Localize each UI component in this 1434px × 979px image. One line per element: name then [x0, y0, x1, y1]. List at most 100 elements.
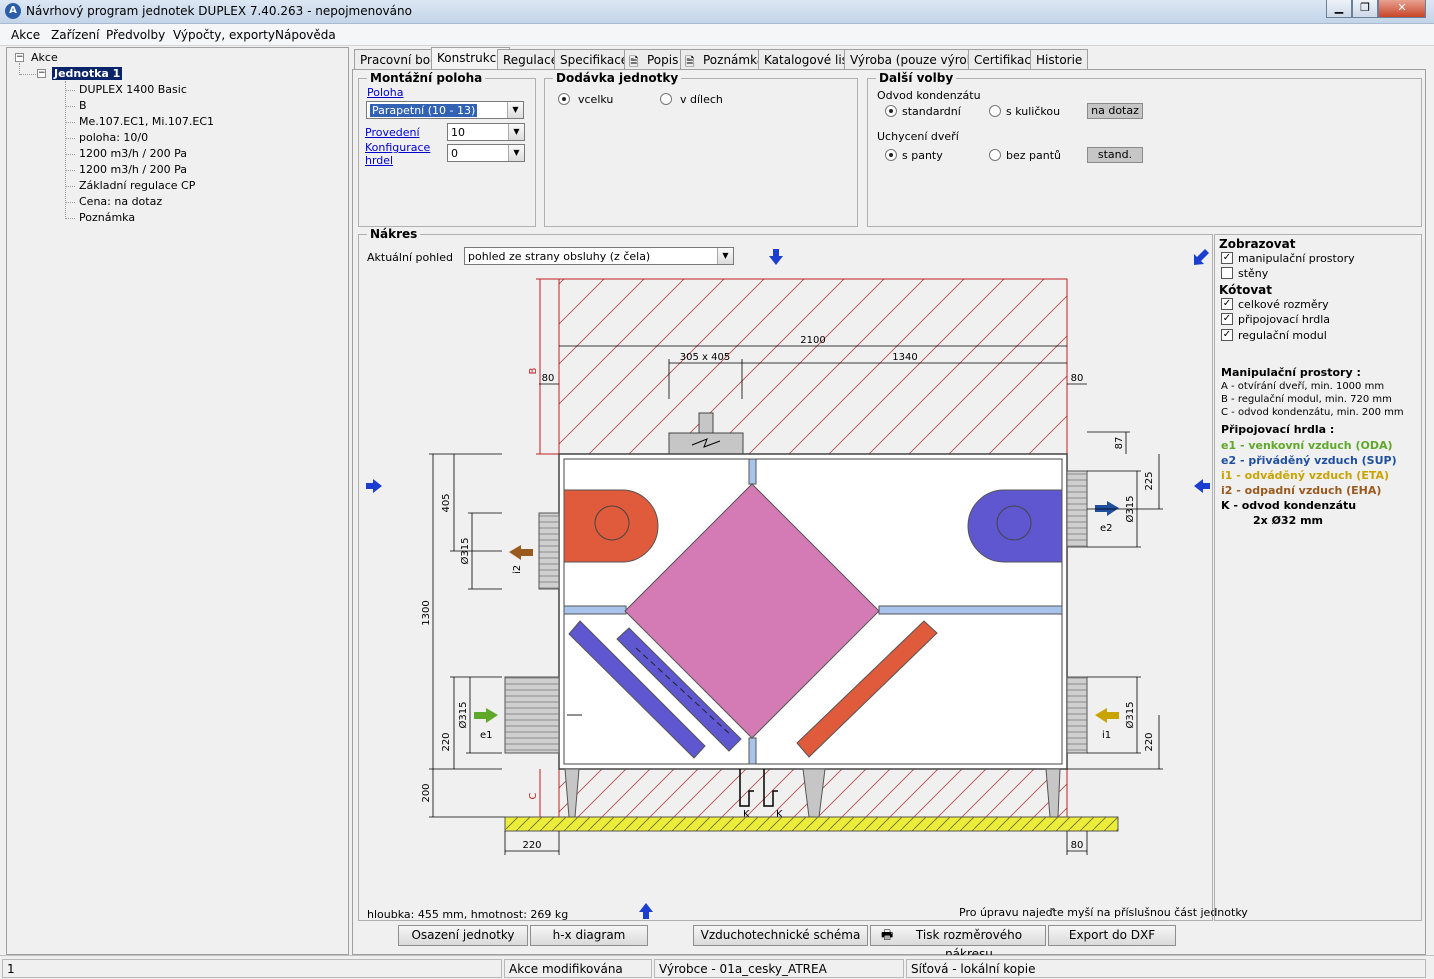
chevron-down-icon[interactable]: ▼ — [507, 102, 523, 118]
options-group: Další volby Odvod kondenzátu standardní … — [867, 71, 1422, 227]
tab-specifikace[interactable]: Specifikace — [554, 49, 635, 69]
fan-e2[interactable] — [967, 489, 1063, 563]
provedeni-link[interactable]: Provedení — [365, 126, 420, 139]
hrdla-title: Připojovací hrdla : — [1221, 423, 1335, 436]
port-label-i2: i2 — [512, 565, 523, 574]
dim-405: 405 — [441, 493, 452, 512]
dim-b: B — [528, 367, 539, 374]
check-regulacni[interactable]: ✓ — [1221, 329, 1233, 341]
dim-220-right: 220 — [1144, 732, 1155, 751]
menu-zarizeni[interactable]: Zařízení — [51, 28, 99, 42]
dim-1300: 1300 — [421, 600, 432, 625]
delivery-vcelku-radio[interactable] — [558, 93, 570, 105]
tree-item[interactable]: Me.107.EC1, Mi.107.EC1 — [79, 115, 214, 128]
drawing-group: Nákres Aktuální pohled pohled ze strany … — [358, 227, 1248, 921]
menu-napoveda[interactable]: Nápověda — [275, 28, 336, 42]
fan-i2[interactable] — [563, 489, 659, 563]
konfigurace-link-2[interactable]: hrdel — [365, 154, 393, 167]
regulation-module[interactable] — [668, 432, 744, 455]
provedeni-select[interactable]: 10 ▼ — [447, 123, 525, 141]
menu-bar: Akce Zařízení Předvolby Výpočty, exporty… — [0, 24, 1434, 46]
konfigurace-link[interactable]: Konfigurace — [365, 141, 430, 154]
collapse-icon[interactable]: − — [37, 69, 46, 78]
status-network: Síťová - lokální kopie — [906, 959, 1426, 978]
dim-d315-e2: Ø315 — [1124, 496, 1136, 523]
osazeni-button[interactable]: Osazení jednotky — [398, 925, 528, 946]
odvod-dotaz-button[interactable]: na dotaz — [1087, 103, 1143, 119]
export-dxf-button[interactable]: Export do DXF — [1048, 925, 1176, 946]
display-options-panel: Zobrazovat ✓ manipulační prostory stěny … — [1214, 234, 1422, 921]
minimize-icon[interactable]: ▁ — [1326, 0, 1352, 18]
unit-drawing[interactable]: B C 2100 305 x 405 1340 80 80 i2 e1 e2 i… — [359, 235, 1212, 920]
uchyceni-bez-radio[interactable] — [989, 149, 1001, 161]
close-icon[interactable]: ✕ — [1378, 0, 1426, 18]
manip-b: B - regulační modul, min. 720 mm — [1221, 394, 1392, 405]
port-e2[interactable] — [1066, 470, 1088, 548]
manip-a: A - otvírání dveří, min. 1000 mm — [1221, 381, 1385, 392]
menu-vypocty[interactable]: Výpočty, exporty — [173, 28, 275, 42]
chevron-down-icon[interactable]: ▼ — [508, 145, 524, 161]
port-i1[interactable] — [1066, 676, 1088, 754]
tree-root[interactable]: Akce — [31, 51, 58, 64]
port-e1[interactable] — [504, 676, 560, 754]
delivery-title: Dodávka jednotky — [553, 71, 682, 85]
dim-d315-e1: Ø315 — [457, 702, 469, 729]
odvod-kulicka-radio[interactable] — [989, 105, 1001, 117]
print-dimensions-button[interactable]: 🖶 Tisk rozměrového nákresu — [870, 925, 1046, 961]
view-bottom-arrow-icon[interactable] — [639, 903, 653, 919]
dim-d315-i2: Ø315 — [459, 538, 471, 565]
collapse-icon[interactable]: − — [15, 53, 24, 62]
dim-c: C — [528, 792, 539, 799]
tree-item[interactable]: B — [79, 99, 87, 112]
tab-poznamka[interactable]: 🗎 Poznámka — [680, 49, 771, 69]
port-i2[interactable] — [538, 512, 560, 590]
check-manipulacni-label: manipulační prostory — [1238, 252, 1355, 265]
delivery-vdilech-radio[interactable] — [660, 93, 672, 105]
arrow-e1-icon — [474, 708, 498, 723]
uchyceni-stand-button[interactable]: stand. — [1087, 147, 1143, 163]
check-celkove[interactable]: ✓ — [1221, 298, 1233, 310]
tree-item[interactable]: DUPLEX 1400 Basic — [79, 83, 187, 96]
menu-akce[interactable]: Akce — [11, 28, 40, 42]
konfigurace-select[interactable]: 0 ▼ — [447, 144, 525, 162]
check-regulacni-label: regulační modul — [1238, 329, 1327, 342]
restore-icon[interactable]: ❐ — [1352, 0, 1378, 18]
tree-item[interactable]: 1200 m3/h / 200 Pa — [79, 147, 187, 160]
tree-item[interactable]: Poznámka — [79, 211, 135, 224]
tree-item[interactable]: Cena: na dotaz — [79, 195, 162, 208]
poloha-select[interactable]: Parapetní (10 - 13) ▼ — [366, 101, 524, 119]
odvod-standard-label: standardní — [902, 105, 961, 118]
delivery-vdilech-label: v dílech — [680, 93, 723, 106]
check-manipulacni[interactable]: ✓ — [1221, 252, 1233, 264]
tree-item[interactable]: 1200 m3/h / 200 Pa — [79, 163, 187, 176]
dim-225: 225 — [1144, 471, 1155, 490]
check-steny[interactable] — [1221, 267, 1233, 279]
unit-info: hloubka: 455 mm, hmotnost: 269 kg — [367, 908, 569, 921]
poloha-link[interactable]: Poloha — [367, 86, 403, 99]
legend-e2: e2 - přiváděný vzduch (SUP) — [1221, 454, 1397, 467]
tab-historie[interactable]: Historie — [1030, 49, 1089, 69]
schema-button[interactable]: Vzduchotechnické schéma — [693, 925, 868, 946]
tree-item[interactable]: poloha: 10/0 — [79, 131, 148, 144]
floor — [504, 816, 1119, 832]
uchyceni-panty-radio[interactable] — [885, 149, 897, 161]
hx-diagram-button[interactable]: h-x diagram — [530, 925, 648, 946]
konstrukce-panel: Montážní poloha Poloha Parapetní (10 - 1… — [352, 69, 1426, 961]
tab-popis[interactable]: 🗎 Popis — [624, 49, 685, 69]
dim-220-left: 220 — [441, 732, 452, 751]
printer-icon: 🖶 — [881, 928, 894, 943]
options-title: Další volby — [876, 71, 957, 85]
chevron-down-icon[interactable]: ▼ — [508, 124, 524, 140]
view-top-arrow-icon[interactable] — [769, 249, 783, 265]
tree-unit[interactable]: Jednotka 1 — [52, 67, 123, 80]
view-left-arrow-icon[interactable] — [366, 479, 382, 493]
check-hrdla[interactable]: ✓ — [1221, 313, 1233, 325]
mount-group: Montážní poloha Poloha Parapetní (10 - 1… — [358, 71, 536, 227]
view-right-arrow-icon[interactable] — [1194, 479, 1210, 493]
project-tree[interactable]: − Akce − Jednotka 1 DUPLEX 1400 Basic B … — [6, 47, 349, 955]
menu-predvolby[interactable]: Předvolby — [106, 28, 165, 42]
status-modified: Akce modifikována — [504, 959, 652, 978]
view-corner-arrow-icon[interactable] — [1194, 249, 1209, 265]
odvod-standard-radio[interactable] — [885, 105, 897, 117]
tree-item[interactable]: Základní regulace CP — [79, 179, 195, 192]
